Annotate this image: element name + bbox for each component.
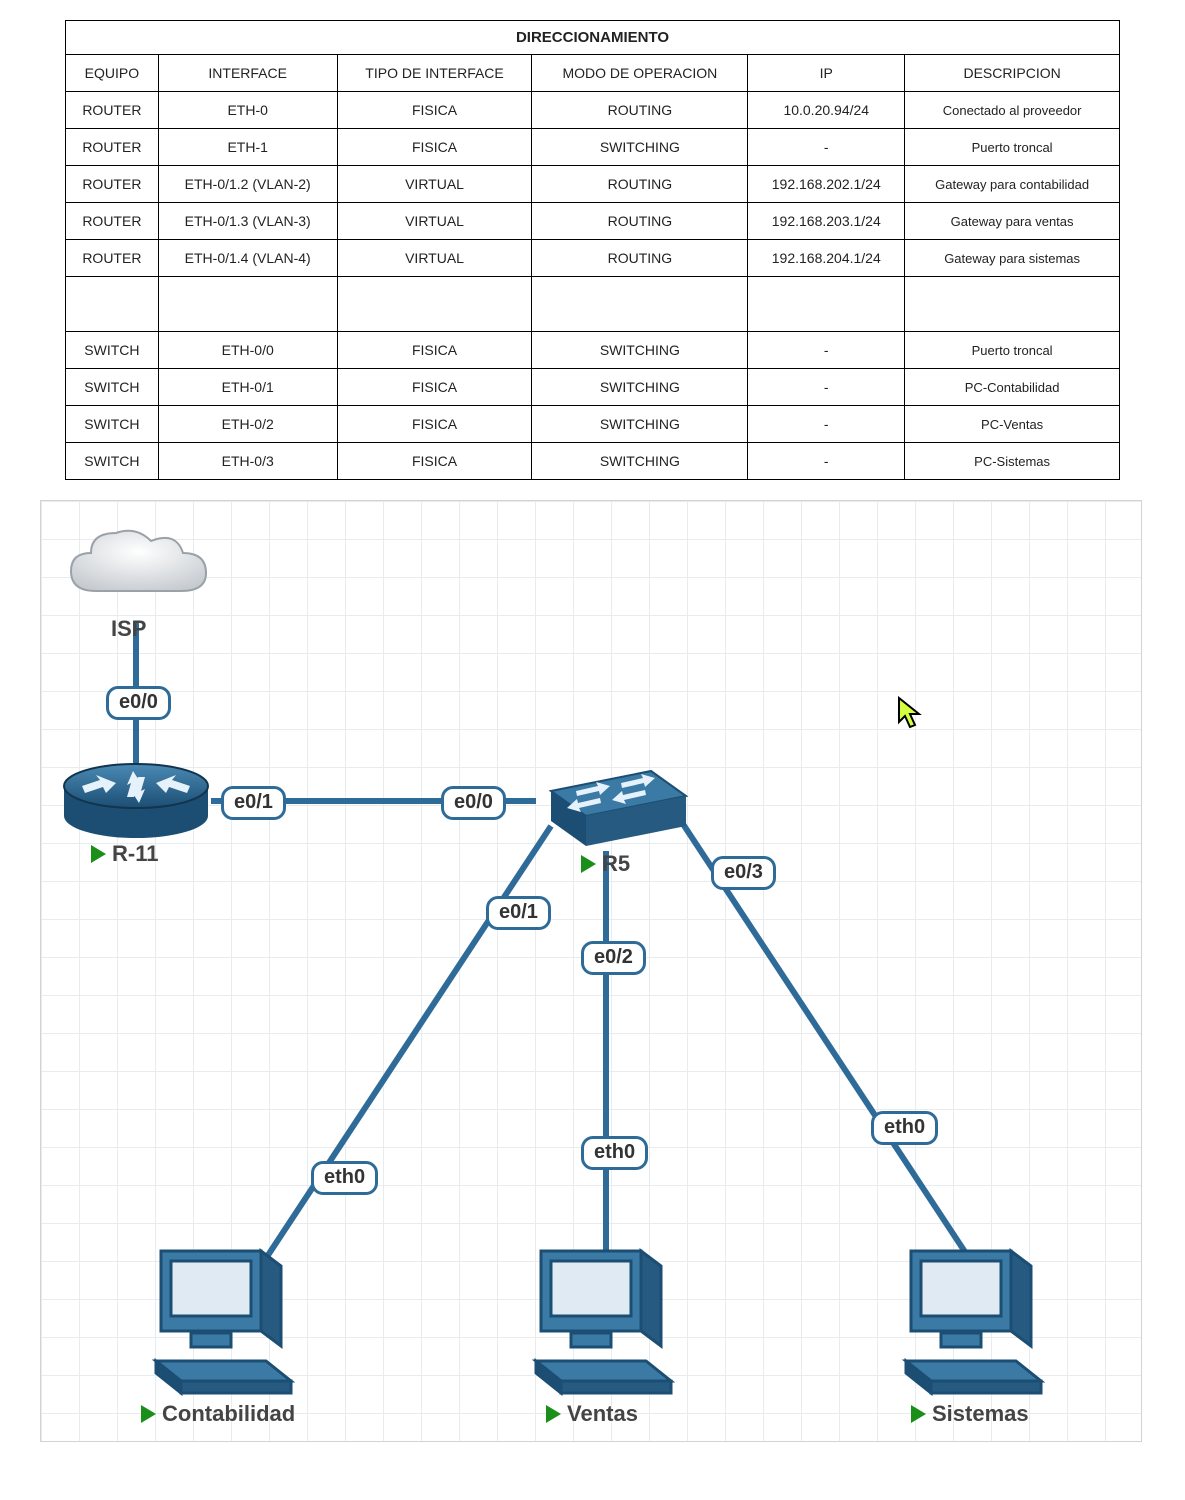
cell-desc: Gateway para contabilidad: [905, 166, 1120, 203]
cell-equipo: ROUTER: [66, 166, 159, 203]
cell-interface: ETH-0/1.2 (VLAN-2): [158, 166, 337, 203]
th-modo: MODO DE OPERACION: [532, 55, 748, 92]
cell-interface: ETH-0/1.3 (VLAN-3): [158, 203, 337, 240]
cell-interface: ETH-0/1: [158, 369, 337, 406]
cell-ip: -: [748, 129, 905, 166]
cell-tipo: FISICA: [337, 443, 532, 480]
cell-interface: ETH-0/1.4 (VLAN-4): [158, 240, 337, 277]
cell-ip: -: [748, 369, 905, 406]
iface-r11-e00: e0/0: [106, 686, 171, 720]
iface-pc2-eth0: eth0: [581, 1136, 648, 1170]
cell-desc: PC-Ventas: [905, 406, 1120, 443]
cell-desc: Puerto troncal: [905, 129, 1120, 166]
th-desc: DESCRIPCION: [905, 55, 1120, 92]
table-header-row: EQUIPO INTERFACE TIPO DE INTERFACE MODO …: [66, 55, 1120, 92]
cell-modo: SWITCHING: [532, 443, 748, 480]
r11-label: R-11: [91, 841, 158, 867]
table-row: ROUTERETH-0/1.4 (VLAN-4)VIRTUALROUTING19…: [66, 240, 1120, 277]
cell-modo: SWITCHING: [532, 406, 748, 443]
addressing-table-wrap: DIRECCIONAMIENTO EQUIPO INTERFACE TIPO D…: [0, 0, 1185, 490]
r5-label: R5: [581, 851, 630, 877]
cell-tipo: FISICA: [337, 129, 532, 166]
contabilidad-label: Contabilidad: [141, 1401, 295, 1427]
cell-desc: Gateway para ventas: [905, 203, 1120, 240]
sistemas-label: Sistemas: [911, 1401, 1029, 1427]
cell-equipo: SWITCH: [66, 332, 159, 369]
cell-tipo: FISICA: [337, 92, 532, 129]
cell-equipo: ROUTER: [66, 92, 159, 129]
cell-tipo: VIRTUAL: [337, 166, 532, 203]
pc-ventas-icon[interactable]: [521, 1241, 691, 1401]
cell-interface: ETH-1: [158, 129, 337, 166]
cell-modo: ROUTING: [532, 166, 748, 203]
iface-pc3-eth0: eth0: [871, 1111, 938, 1145]
table-row: [66, 277, 1120, 332]
iface-sw-e00: e0/0: [441, 786, 506, 820]
cell-modo: ROUTING: [532, 92, 748, 129]
cell-equipo: SWITCH: [66, 369, 159, 406]
cell-tipo: FISICA: [337, 406, 532, 443]
cell-interface: ETH-0/3: [158, 443, 337, 480]
cell-modo: ROUTING: [532, 203, 748, 240]
cell-ip: -: [748, 443, 905, 480]
cloud-icon: [61, 521, 211, 611]
cell-desc: Conectado al proveedor: [905, 92, 1120, 129]
cell-modo: ROUTING: [532, 240, 748, 277]
th-equipo: EQUIPO: [66, 55, 159, 92]
iface-sw-e02: e0/2: [581, 941, 646, 975]
cell-interface: ETH-0: [158, 92, 337, 129]
table-row: ROUTERETH-0/1.3 (VLAN-3)VIRTUALROUTING19…: [66, 203, 1120, 240]
cell-tipo: FISICA: [337, 369, 532, 406]
th-ip: IP: [748, 55, 905, 92]
table-title: DIRECCIONAMIENTO: [66, 21, 1120, 55]
cell-equipo: SWITCH: [66, 443, 159, 480]
switch-icon[interactable]: [531, 761, 691, 846]
cell-ip: 192.168.202.1/24: [748, 166, 905, 203]
table-row: ROUTERETH-0/1.2 (VLAN-2)VIRTUALROUTING19…: [66, 166, 1120, 203]
cell-ip: 10.0.20.94/24: [748, 92, 905, 129]
cell-equipo: SWITCH: [66, 406, 159, 443]
cell-interface: ETH-0/0: [158, 332, 337, 369]
cell-tipo: VIRTUAL: [337, 240, 532, 277]
table-row: ROUTERETH-0FISICAROUTING10.0.20.94/24Con…: [66, 92, 1120, 129]
cell-ip: -: [748, 332, 905, 369]
iface-pc1-eth0: eth0: [311, 1161, 378, 1195]
router-icon[interactable]: [61, 761, 211, 836]
cell-interface: ETH-0/2: [158, 406, 337, 443]
cell-ip: 192.168.203.1/24: [748, 203, 905, 240]
pc-contabilidad-icon[interactable]: [141, 1241, 311, 1401]
cell-equipo: ROUTER: [66, 203, 159, 240]
pc-sistemas-icon[interactable]: [891, 1241, 1061, 1401]
cell-desc: PC-Contabilidad: [905, 369, 1120, 406]
cell-equipo: ROUTER: [66, 129, 159, 166]
iface-sw-e03: e0/3: [711, 856, 776, 890]
cell-modo: SWITCHING: [532, 369, 748, 406]
cell-modo: SWITCHING: [532, 129, 748, 166]
cell-tipo: VIRTUAL: [337, 203, 532, 240]
cell-desc: Gateway para sistemas: [905, 240, 1120, 277]
network-diagram: ISP R-11: [40, 500, 1142, 1442]
iface-sw-e01: e0/1: [486, 896, 551, 930]
ventas-label: Ventas: [546, 1401, 638, 1427]
table-row: SWITCHETH-0/3FISICASWITCHING-PC-Sistemas: [66, 443, 1120, 480]
cell-desc: PC-Sistemas: [905, 443, 1120, 480]
cell-ip: 192.168.204.1/24: [748, 240, 905, 277]
cell-tipo: FISICA: [337, 332, 532, 369]
addressing-table: DIRECCIONAMIENTO EQUIPO INTERFACE TIPO D…: [65, 20, 1120, 480]
th-tipo: TIPO DE INTERFACE: [337, 55, 532, 92]
iface-r11-e01: e0/1: [221, 786, 286, 820]
cell-modo: SWITCHING: [532, 332, 748, 369]
cell-equipo: ROUTER: [66, 240, 159, 277]
th-interface: INTERFACE: [158, 55, 337, 92]
isp-label: ISP: [111, 616, 146, 642]
cell-ip: -: [748, 406, 905, 443]
table-row: SWITCHETH-0/1FISICASWITCHING-PC-Contabil…: [66, 369, 1120, 406]
table-row: ROUTERETH-1FISICASWITCHING-Puerto tronca…: [66, 129, 1120, 166]
table-row: SWITCHETH-0/0FISICASWITCHING-Puerto tron…: [66, 332, 1120, 369]
cell-desc: Puerto troncal: [905, 332, 1120, 369]
table-row: SWITCHETH-0/2FISICASWITCHING-PC-Ventas: [66, 406, 1120, 443]
